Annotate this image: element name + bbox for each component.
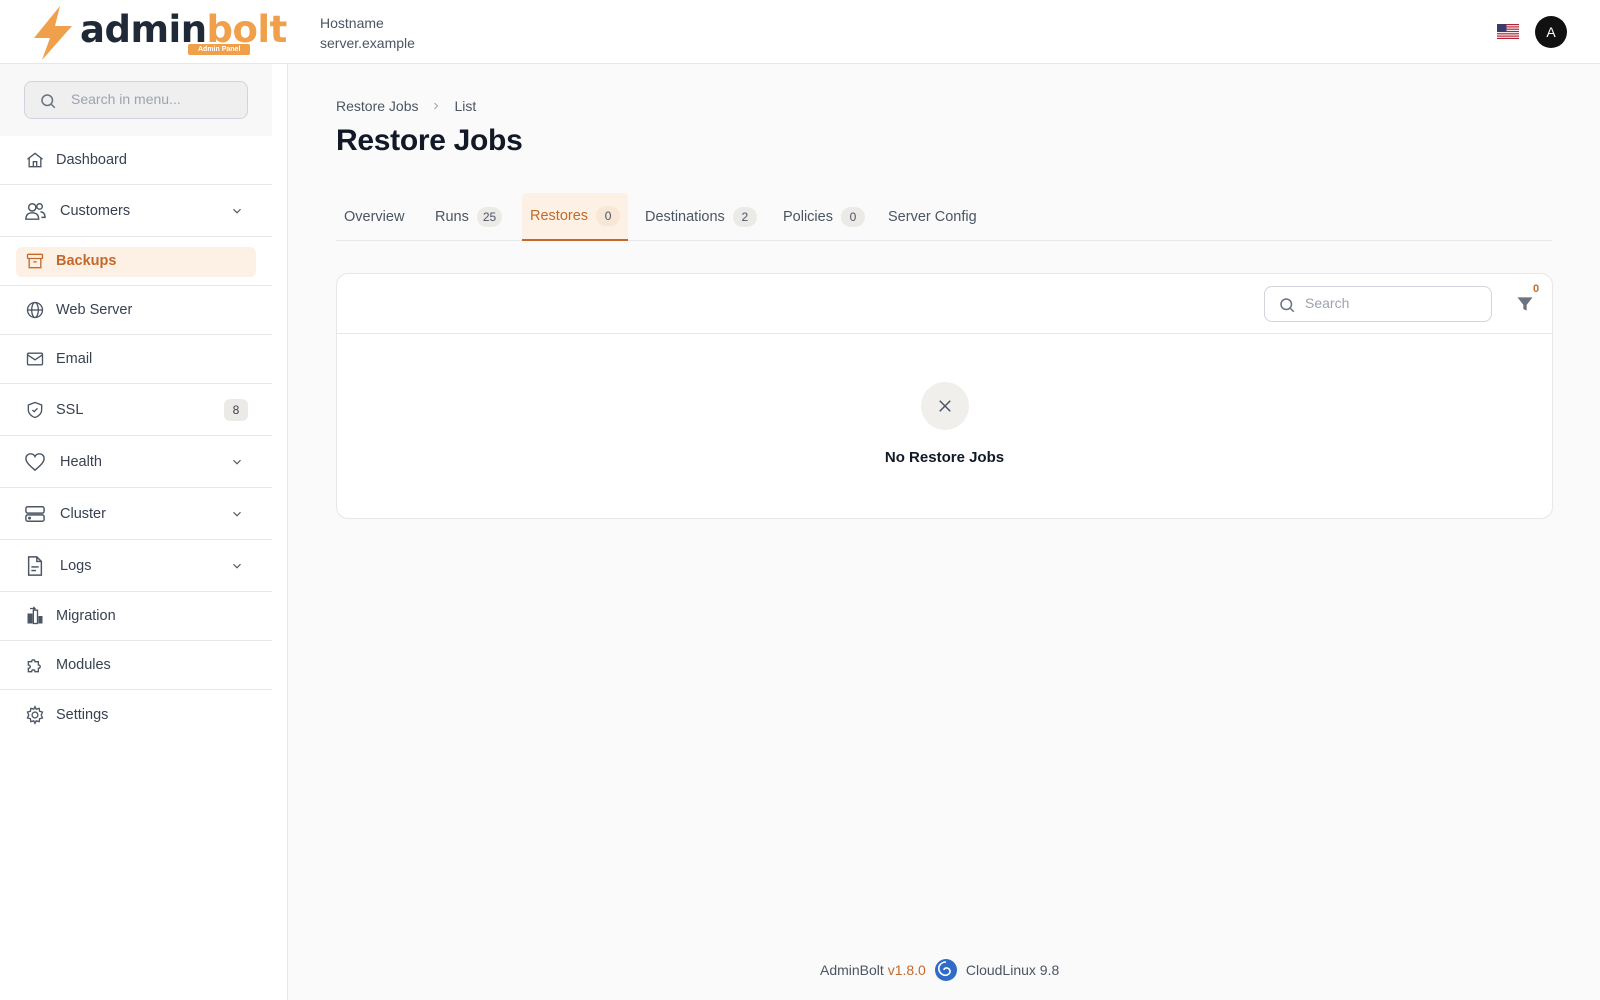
- sidebar-item-modules[interactable]: Modules: [0, 641, 272, 690]
- tab-count-badge: 0: [596, 206, 621, 226]
- home-icon: [24, 149, 46, 171]
- sidebar-item-label: Health: [60, 453, 102, 470]
- tab-overview[interactable]: Overview: [336, 193, 412, 241]
- table-search[interactable]: [1264, 286, 1492, 322]
- mail-icon: [24, 348, 46, 370]
- sidebar: Dashboard Customers Backups Web Server E…: [0, 64, 288, 1000]
- top-bar: adminbolt Admin Panel Hostname server.ex…: [0, 0, 1600, 64]
- cloudlinux-logo-icon: [934, 959, 957, 981]
- sidebar-search-input[interactable]: [71, 91, 241, 107]
- sidebar-item-label: Web Server: [56, 302, 133, 318]
- search-icon: [41, 94, 56, 109]
- sidebar-search-area: [0, 64, 272, 136]
- tab-count-badge: 2: [732, 207, 757, 227]
- ssl-count-badge: 8: [224, 398, 248, 421]
- search-icon: [1280, 298, 1295, 313]
- breadcrumb-parent[interactable]: Restore Jobs: [336, 98, 418, 114]
- bolt-icon: [34, 6, 72, 60]
- sidebar-item-backups[interactable]: Backups: [0, 237, 272, 286]
- sidebar-item-label: SSL: [56, 401, 84, 418]
- tab-count-badge: 0: [840, 207, 865, 227]
- sidebar-item-label: Migration: [56, 608, 116, 624]
- adminbolt-logo[interactable]: adminbolt Admin Panel: [30, 6, 287, 60]
- sidebar-item-label: Modules: [56, 657, 111, 673]
- breadcrumb: Restore Jobs List: [336, 98, 476, 114]
- sidebar-item-label: Email: [56, 351, 93, 367]
- hostname-value: server.example: [320, 35, 415, 51]
- chevron-right-icon: [434, 102, 439, 110]
- logo-wordmark: adminbolt: [80, 8, 287, 51]
- breadcrumb-current: List: [454, 98, 477, 114]
- tab-policies[interactable]: Policies 0: [775, 193, 873, 241]
- sidebar-item-health[interactable]: Health: [0, 436, 272, 488]
- chevron-down-icon: [233, 208, 241, 214]
- sidebar-item-cluster[interactable]: Cluster: [0, 488, 272, 540]
- sidebar-search[interactable]: [24, 81, 248, 119]
- table-toolbar: 0: [337, 274, 1552, 334]
- tab-label: Overview: [344, 209, 405, 225]
- hostname-label: Hostname: [320, 15, 384, 31]
- migration-icon: [24, 605, 46, 627]
- hostname-info: Hostname server.example: [320, 13, 415, 53]
- active-highlight: [16, 247, 256, 277]
- tab-server-config[interactable]: Server Config: [880, 193, 985, 241]
- tab-restores[interactable]: Restores 0: [522, 193, 629, 241]
- archive-icon: [24, 250, 46, 272]
- footer-version: v1.8.0: [887, 962, 926, 978]
- empty-state-icon: [921, 382, 969, 430]
- close-icon: [939, 400, 951, 412]
- tab-bar: Overview Runs 25 Restores 0 Destinations…: [336, 193, 1552, 241]
- tab-label: Policies: [783, 209, 833, 225]
- sidebar-item-label: Logs: [60, 557, 92, 574]
- file-icon: [24, 555, 46, 577]
- sidebar-nav: Dashboard Customers Backups Web Server E…: [0, 136, 272, 739]
- server-icon: [24, 503, 46, 525]
- empty-state-message: No Restore Jobs: [884, 449, 1005, 466]
- footer: AdminBolt v1.8.0 CloudLinux 9.8: [820, 958, 1059, 982]
- tab-label: Server Config: [888, 209, 977, 225]
- footer-product: AdminBolt v1.8.0: [820, 962, 926, 978]
- sidebar-item-label: Dashboard: [56, 152, 127, 168]
- sidebar-item-email[interactable]: Email: [0, 335, 272, 384]
- sidebar-item-label: Cluster: [60, 505, 106, 522]
- sidebar-item-label: Settings: [56, 706, 109, 723]
- filter-icon: [1517, 297, 1533, 311]
- footer-os: CloudLinux 9.8: [965, 962, 1060, 978]
- globe-icon: [24, 299, 46, 321]
- sidebar-item-dashboard[interactable]: Dashboard: [0, 136, 272, 185]
- logo-badge: Admin Panel: [188, 44, 251, 55]
- sidebar-item-label: Customers: [60, 202, 131, 219]
- heart-icon: [24, 451, 46, 473]
- tab-label: Restores: [530, 208, 589, 224]
- us-flag-icon[interactable]: [1497, 24, 1519, 39]
- sidebar-item-migration[interactable]: Migration: [0, 592, 272, 641]
- tab-runs[interactable]: Runs 25: [427, 193, 510, 241]
- user-avatar[interactable]: A: [1535, 16, 1567, 48]
- chevron-down-icon: [233, 511, 241, 517]
- puzzle-icon: [24, 654, 46, 676]
- sidebar-item-settings[interactable]: Settings: [0, 690, 272, 739]
- tab-destinations[interactable]: Destinations 2: [637, 193, 765, 241]
- users-icon: [24, 200, 46, 222]
- sidebar-item-web-server[interactable]: Web Server: [0, 286, 272, 335]
- gear-icon: [24, 704, 46, 726]
- filter-count-badge: 0: [1533, 283, 1540, 295]
- sidebar-item-label: Backups: [56, 253, 117, 269]
- tab-count-badge: 25: [476, 207, 503, 227]
- chevron-down-icon: [233, 459, 241, 465]
- shield-icon: [24, 399, 46, 421]
- page-title: Restore Jobs: [336, 124, 523, 157]
- sidebar-item-customers[interactable]: Customers: [0, 185, 272, 237]
- restore-jobs-table: 0 No Restore Jobs: [336, 273, 1553, 519]
- tab-label: Destinations: [645, 209, 725, 225]
- sidebar-item-logs[interactable]: Logs: [0, 540, 272, 592]
- table-search-input[interactable]: [1305, 295, 1475, 311]
- tab-label: Runs: [435, 209, 469, 225]
- sidebar-item-ssl[interactable]: SSL 8: [0, 384, 272, 436]
- chevron-down-icon: [233, 563, 241, 569]
